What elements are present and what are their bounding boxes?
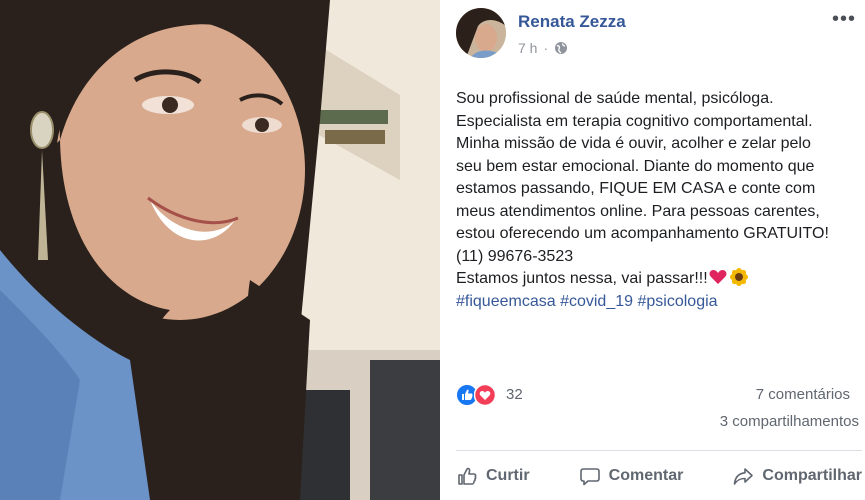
avatar[interactable]	[456, 8, 506, 58]
post-body: Sou profissional de saúde mental, psicól…	[456, 88, 856, 313]
sunflower-emoji	[729, 268, 748, 286]
facebook-post: Renata Zezza 7 h · ••• Sou profissional …	[0, 0, 865, 500]
share-button[interactable]: Compartilhar	[732, 465, 862, 487]
post-time[interactable]: 7 h	[518, 40, 537, 56]
reaction-count[interactable]: 32	[506, 386, 523, 403]
comment-label: Comentar	[608, 467, 684, 484]
heart-emoji	[709, 270, 727, 284]
comment-button[interactable]: Comentar	[579, 465, 684, 487]
more-options-icon[interactable]: •••	[832, 9, 856, 29]
divider	[456, 450, 862, 451]
post-panel: Renata Zezza 7 h · ••• Sou profissional …	[440, 0, 865, 500]
hashtag-link[interactable]: #fiqueemcasa	[456, 293, 556, 310]
comments-count[interactable]: 7 comentários	[756, 386, 850, 403]
post-actions: Curtir Comentar Compartilhar	[456, 458, 862, 494]
selfie-illustration	[0, 0, 440, 500]
reactions-bar: 32 7 comentários	[456, 383, 856, 409]
reaction-icons[interactable]	[456, 384, 496, 406]
share-icon	[734, 468, 754, 485]
hashtag-link[interactable]: #covid_19	[560, 293, 633, 310]
love-reaction-icon	[474, 384, 496, 406]
thumbs-up-icon	[458, 467, 477, 485]
post-photo[interactable]	[0, 0, 440, 500]
post-text: Sou profissional de saúde mental, psicól…	[456, 90, 829, 265]
author-name[interactable]: Renata Zezza	[518, 12, 626, 32]
shares-count[interactable]: 3 compartilhamentos	[720, 413, 859, 430]
share-label: Compartilhar	[762, 467, 862, 484]
like-button[interactable]: Curtir	[456, 465, 530, 487]
comment-icon	[579, 468, 600, 486]
separator-dot: ·	[543, 40, 549, 56]
globe-icon	[555, 42, 568, 54]
post-header: Renata Zezza 7 h · •••	[456, 8, 856, 60]
post-closing: Estamos juntos nessa, vai passar!!!	[456, 270, 708, 287]
hashtags: #fiqueemcasa #covid_19 #psicologia	[456, 291, 856, 314]
post-closing-line: Estamos juntos nessa, vai passar!!!	[456, 268, 856, 291]
hashtag-link[interactable]: #psicologia	[637, 293, 717, 310]
avatar-image	[456, 8, 506, 58]
like-label: Curtir	[486, 467, 530, 484]
post-meta: 7 h ·	[518, 40, 568, 56]
